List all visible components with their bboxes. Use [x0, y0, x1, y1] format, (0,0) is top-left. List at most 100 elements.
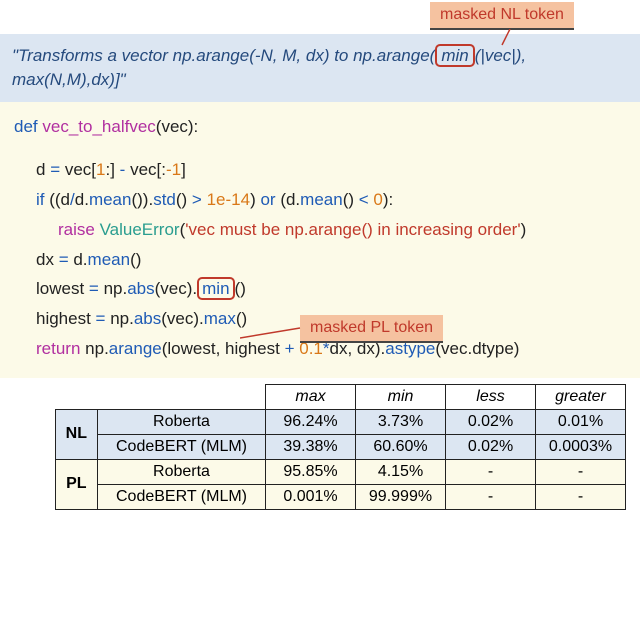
pl-masked-token: min: [197, 277, 234, 300]
fn-max: max: [204, 309, 236, 328]
txt: ): [250, 190, 260, 209]
txt: (): [236, 309, 247, 328]
kw-or: or: [260, 190, 275, 209]
model-name: CodeBERT (MLM): [98, 434, 266, 459]
txt: (): [176, 190, 192, 209]
num: 0: [373, 190, 382, 209]
cell: 0.0003%: [536, 434, 626, 459]
code-line-raise: raise ValueError('vec must be np.arange(…: [14, 215, 628, 245]
cell: -: [446, 459, 536, 484]
txt: d: [36, 160, 50, 179]
kw-if: if: [36, 190, 45, 209]
txt: vec[:: [125, 160, 166, 179]
txt: np.: [105, 309, 133, 328]
cell: 0.02%: [446, 409, 536, 434]
table-row: NL Roberta 96.24% 3.73% 0.02% 0.01%: [55, 409, 625, 434]
table-row: CodeBERT (MLM) 39.38% 60.60% 0.02% 0.000…: [55, 434, 625, 459]
cell: 0.001%: [266, 484, 356, 509]
col-greater: greater: [536, 384, 626, 409]
txt: ): [521, 220, 527, 239]
txt: ((d: [49, 190, 70, 209]
code-line-if: if ((d/d.mean()).std() > 1e-14) or (d.me…: [14, 185, 628, 215]
code-line-def: def vec_to_halfvec(vec):: [14, 112, 628, 142]
txt: ]: [181, 160, 186, 179]
cell: 96.24%: [266, 409, 356, 434]
table-header-row: max min less greater: [55, 384, 625, 409]
fn-abs: abs: [127, 279, 154, 298]
txt: ()).: [131, 190, 153, 209]
cell: 99.999%: [356, 484, 446, 509]
num: 1: [96, 160, 105, 179]
op-eq: =: [96, 309, 106, 328]
op-eq: =: [50, 160, 60, 179]
txt: vec[: [60, 160, 96, 179]
op-gt: >: [192, 190, 202, 209]
fn-mean: mean: [300, 190, 343, 209]
op-eq: =: [59, 250, 69, 269]
op-lt: <: [359, 190, 369, 209]
nl-text-pre: "Transforms a vector np.arange(-N, M, dx…: [12, 46, 435, 65]
txt: (vec.dtype): [435, 339, 519, 358]
txt: dx: [36, 250, 59, 269]
nl-masked-token: min: [435, 44, 474, 67]
txt: np.: [85, 339, 109, 358]
cell: -: [536, 459, 626, 484]
op-eq: =: [89, 279, 99, 298]
txt: (vec).: [161, 309, 204, 328]
table-row: CodeBERT (MLM) 0.001% 99.999% - -: [55, 484, 625, 509]
txt: (d.: [276, 190, 301, 209]
fn-arange: arange: [109, 339, 162, 358]
cell: 60.60%: [356, 434, 446, 459]
fn-abs: abs: [134, 309, 161, 328]
txt: (vec).: [155, 279, 198, 298]
fn-mean: mean: [89, 190, 132, 209]
model-name: CodeBERT (MLM): [98, 484, 266, 509]
kw-def: def: [14, 117, 38, 136]
txt: (): [130, 250, 141, 269]
txt: (lowest, highest: [162, 339, 285, 358]
fn-mean: mean: [88, 250, 131, 269]
col-less: less: [446, 384, 536, 409]
num: -1: [166, 160, 181, 179]
table-row: PL Roberta 95.85% 4.15% - -: [55, 459, 625, 484]
valueerror: ValueError: [100, 220, 180, 239]
masked-nl-callout: masked NL token: [430, 2, 574, 30]
col-max: max: [266, 384, 356, 409]
txt: d.: [75, 190, 89, 209]
txt: np.: [99, 279, 127, 298]
txt: ):: [383, 190, 393, 209]
txt: :]: [106, 160, 120, 179]
cell: 95.85%: [266, 459, 356, 484]
model-name: Roberta: [98, 459, 266, 484]
txt: lowest: [36, 279, 89, 298]
cell: -: [446, 484, 536, 509]
txt: highest: [36, 309, 96, 328]
num: 1e-14: [207, 190, 250, 209]
blank-corner: [55, 384, 265, 409]
cell: 4.15%: [356, 459, 446, 484]
kw-raise: raise: [58, 220, 95, 239]
group-nl: NL: [55, 409, 97, 459]
nl-description-box: "Transforms a vector np.arange(-N, M, dx…: [0, 34, 640, 102]
cell: 3.73%: [356, 409, 446, 434]
masked-pl-callout: masked PL token: [300, 315, 443, 343]
cell: 39.38%: [266, 434, 356, 459]
fn-std: std: [153, 190, 176, 209]
col-min: min: [356, 384, 446, 409]
op-plus: +: [285, 339, 295, 358]
cell: -: [536, 484, 626, 509]
code-line-slice: d = vec[1:] - vec[:-1]: [14, 155, 628, 185]
txt: (): [235, 279, 246, 298]
group-pl: PL: [55, 459, 97, 509]
fn-sig: (vec):: [156, 117, 199, 136]
fn-name: vec_to_halfvec: [42, 117, 155, 136]
cell: 0.02%: [446, 434, 536, 459]
model-name: Roberta: [98, 409, 266, 434]
string-literal: 'vec must be np.arange() in increasing o…: [185, 220, 520, 239]
txt: d.: [69, 250, 88, 269]
results-table: max min less greater NL Roberta 96.24% 3…: [55, 384, 626, 510]
cell: 0.01%: [536, 409, 626, 434]
code-line-lowest: lowest = np.abs(vec).min(): [14, 274, 628, 304]
code-line-dx: dx = d.mean(): [14, 245, 628, 275]
txt: (): [343, 190, 359, 209]
